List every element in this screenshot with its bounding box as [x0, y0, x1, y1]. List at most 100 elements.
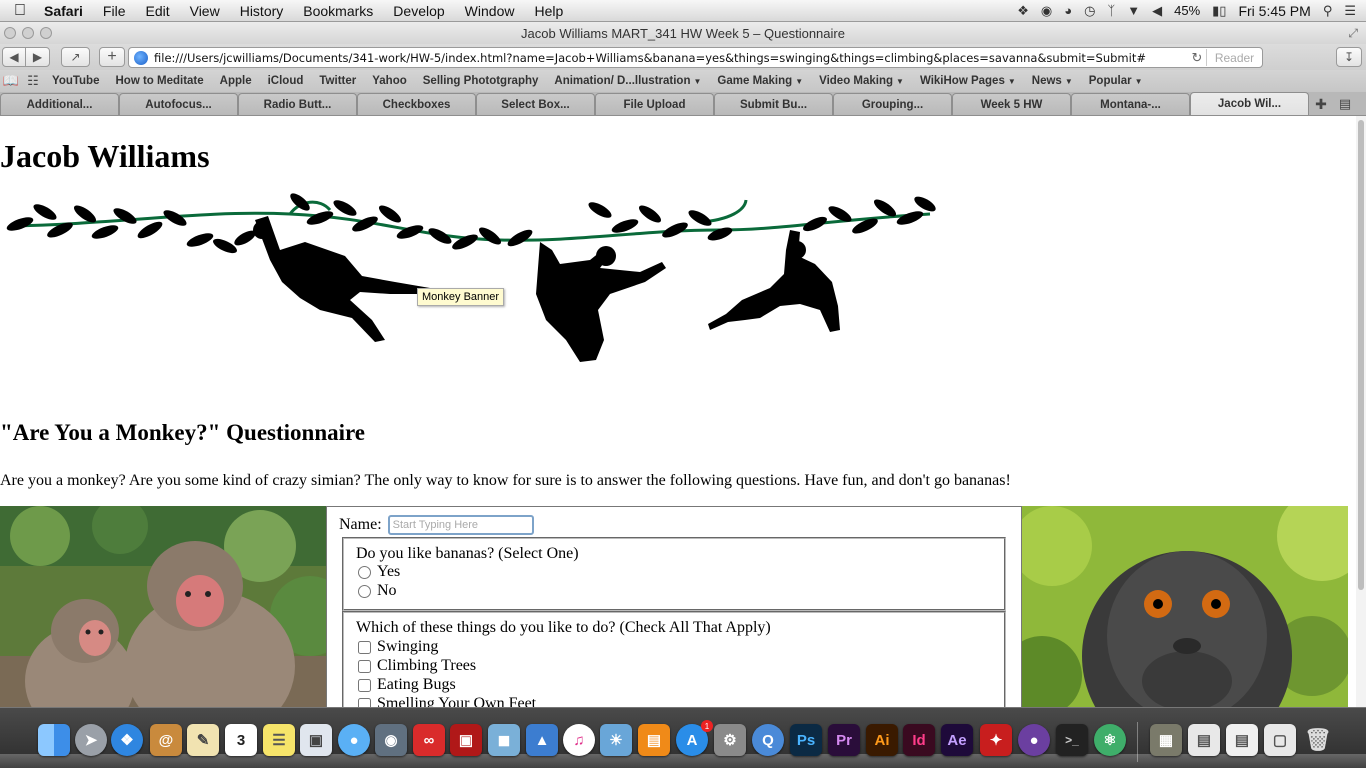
iphoto-library-icon[interactable]: ☀ — [600, 724, 632, 756]
bookmark-folder-popular[interactable]: Popular ▼ — [1081, 75, 1151, 87]
reader-button[interactable]: Reader — [1206, 49, 1262, 66]
tab-montana[interactable]: Montana-... — [1071, 93, 1190, 115]
new-tab-button[interactable]: + — [99, 47, 125, 67]
keynote-icon[interactable]: ▲ — [526, 724, 558, 756]
bookmark-folder-news[interactable]: News ▼ — [1024, 75, 1081, 87]
downloads-button[interactable]: ↧ — [1336, 47, 1362, 67]
bookmark-folder-game-making[interactable]: Game Making ▼ — [709, 75, 811, 87]
menu-bookmarks[interactable]: Bookmarks — [293, 3, 383, 19]
climbing-checkbox[interactable] — [358, 659, 371, 673]
downloads-stack-icon[interactable]: ▦ — [1150, 724, 1182, 756]
launchpad-icon[interactable]: ➤ — [75, 724, 107, 756]
tab-file-upload[interactable]: File Upload — [595, 93, 714, 115]
bookmark-apple[interactable]: Apple — [212, 75, 260, 87]
safari-icon[interactable]: ❖ — [111, 724, 143, 756]
indesign-icon[interactable]: Id — [903, 724, 935, 756]
fullscreen-icon[interactable]: ⤢ — [1348, 26, 1358, 41]
activity-option-swinging[interactable]: Swinging — [358, 638, 438, 656]
bananas-option-yes[interactable]: Yes — [358, 563, 400, 581]
menu-window[interactable]: Window — [455, 3, 525, 19]
top-sites-icon[interactable]: ☷ — [22, 73, 44, 89]
bookmark-twitter[interactable]: Twitter — [311, 75, 364, 87]
textedit-icon[interactable]: ✎ — [187, 724, 219, 756]
bookmark-yahoo[interactable]: Yahoo — [364, 75, 415, 87]
bookmark-how-to-meditate[interactable]: How to Meditate — [107, 75, 211, 87]
bananas-yes-radio[interactable] — [358, 565, 371, 579]
wifi-icon[interactable]: ▼ — [1127, 3, 1140, 18]
menubar-clock[interactable]: Fri 5:45 PM — [1238, 3, 1310, 19]
tab-checkboxes[interactable]: Checkboxes — [357, 93, 476, 115]
trash-icon[interactable]: 🗑 — [1302, 724, 1334, 756]
tab-grouping[interactable]: Grouping... — [833, 93, 952, 115]
eating-bugs-checkbox[interactable] — [358, 678, 371, 692]
notification-center-icon[interactable]: ☰ — [1344, 3, 1356, 19]
scrollbar-thumb[interactable] — [1358, 120, 1364, 590]
record-icon[interactable]: ◉ — [1041, 3, 1052, 19]
reload-icon[interactable]: ↻ — [1188, 50, 1206, 66]
time-machine-icon[interactable]: ◷ — [1084, 3, 1095, 19]
screenshots-stack-icon[interactable]: ▤ — [1226, 724, 1258, 756]
close-window-button[interactable] — [4, 27, 16, 39]
bookmark-youtube[interactable]: YouTube — [44, 75, 107, 87]
menu-develop[interactable]: Develop — [383, 3, 454, 19]
tab-jacob-williams[interactable]: Jacob Wil... — [1190, 92, 1309, 115]
tab-autofocus[interactable]: Autofocus... — [119, 93, 238, 115]
menu-view[interactable]: View — [180, 3, 230, 19]
acrobat-icon[interactable]: ✦ — [980, 724, 1012, 756]
battery-icon[interactable]: ▮▯ — [1212, 3, 1226, 19]
spotlight-search-icon[interactable]: ⚲ — [1323, 3, 1333, 19]
bookmark-folder-wikihow[interactable]: WikiHow Pages ▼ — [912, 75, 1024, 87]
bookmark-folder-animation[interactable]: Animation/ D...llustration ▼ — [546, 75, 709, 87]
share-button[interactable]: ↗ — [61, 47, 90, 67]
after-effects-icon[interactable]: Ae — [941, 724, 973, 756]
tab-overview-icon[interactable]: ▤ — [1333, 93, 1357, 115]
facetime-icon[interactable]: ◉ — [375, 724, 407, 756]
bookmark-folder-video-making[interactable]: Video Making ▼ — [811, 75, 912, 87]
bluetooth-icon[interactable]: ᛉ — [1107, 3, 1115, 18]
activity-option-feet[interactable]: Smelling Your Own Feet — [358, 695, 536, 707]
tab-submit-buttons[interactable]: Submit Bu... — [714, 93, 833, 115]
bookmark-icloud[interactable]: iCloud — [260, 75, 312, 87]
bookmark-selling-photography[interactable]: Selling Phototgraphy — [415, 75, 547, 87]
back-button[interactable]: ◀ — [2, 47, 26, 67]
bananas-no-radio[interactable] — [358, 584, 371, 598]
iphoto-icon[interactable]: ◼ — [488, 724, 520, 756]
zoom-window-button[interactable] — [40, 27, 52, 39]
contacts-icon[interactable]: @ — [150, 724, 182, 756]
menu-app-name[interactable]: Safari — [40, 3, 93, 19]
calendar-icon[interactable]: 3 — [225, 724, 257, 756]
photo-booth-icon[interactable]: ▣ — [450, 724, 482, 756]
minimize-window-button[interactable] — [22, 27, 34, 39]
activity-option-climbing[interactable]: Climbing Trees — [358, 657, 476, 675]
github-icon[interactable]: ● — [1018, 724, 1050, 756]
messages-icon[interactable]: ● — [338, 724, 370, 756]
photoshop-icon[interactable]: Ps — [790, 724, 822, 756]
bananas-option-no[interactable]: No — [358, 582, 397, 600]
tab-select-box[interactable]: Select Box... — [476, 93, 595, 115]
creative-cloud-icon[interactable]: ∞ — [413, 724, 445, 756]
name-input[interactable] — [387, 515, 534, 535]
page-scrollbar[interactable] — [1356, 116, 1366, 707]
menu-edit[interactable]: Edit — [135, 3, 179, 19]
finder-icon[interactable] — [38, 724, 70, 756]
apple-menu-icon[interactable]:  — [0, 2, 40, 20]
volume-icon[interactable]: ◀ — [1152, 3, 1162, 19]
url-text[interactable]: file:///Users/jcwilliams/Documents/341-w… — [154, 51, 1188, 65]
itunes-icon[interactable]: ♫ — [563, 724, 595, 756]
swinging-checkbox[interactable] — [358, 640, 371, 654]
premiere-icon[interactable]: Pr — [828, 724, 860, 756]
menu-file[interactable]: File — [93, 3, 136, 19]
menu-help[interactable]: Help — [524, 3, 573, 19]
quicktime-icon[interactable]: Q — [752, 724, 784, 756]
illustrator-icon[interactable]: Ai — [866, 724, 898, 756]
menu-history[interactable]: History — [230, 3, 294, 19]
terminal-icon[interactable]: >_ — [1056, 724, 1088, 756]
stickies-icon[interactable]: ☰ — [263, 724, 295, 756]
forward-button[interactable]: ▶ — [25, 47, 50, 67]
tab-radio-buttons[interactable]: Radio Butt... — [238, 93, 357, 115]
system-preferences-icon[interactable]: ⚙ — [714, 724, 746, 756]
atom-icon[interactable]: ⚛ — [1094, 724, 1126, 756]
battery-percent[interactable]: 45% — [1174, 3, 1200, 18]
sync-icon[interactable]: ◕ — [1064, 3, 1072, 18]
preview-icon[interactable]: ▣ — [300, 724, 332, 756]
